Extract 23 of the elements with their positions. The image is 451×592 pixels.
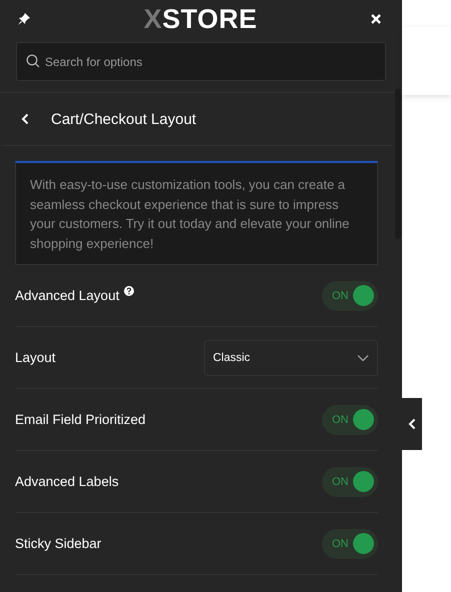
pin-icon[interactable] [17,12,31,26]
info-notice: With easy-to-use customization tools, you can create a seamless checkout experience that is sure to impress your customers. Try it out today and elevate your online shopping experience! [15,161,378,265]
search-icon [26,54,40,68]
back-icon[interactable] [21,113,29,125]
help-icon[interactable] [124,286,134,296]
toggle-switch[interactable]: ON [322,404,378,434]
page-card [402,27,451,95]
section-title: Cart/Checkout Layout [51,110,196,128]
toggle-switch[interactable]: ON [322,528,378,558]
close-icon[interactable] [370,13,382,25]
toggle-switch[interactable]: ON [322,280,378,310]
chevron-left-icon [408,418,416,430]
chevron-down-icon [357,354,369,362]
setting-label: Email Field Prioritized [15,412,146,427]
setting-label: Advanced Labels [15,474,119,489]
search-field[interactable]: Search for options [16,42,386,81]
setting-label: Advanced Layout [15,288,120,303]
collapse-tab[interactable] [402,398,422,450]
setting-label: Sticky Sidebar [15,536,102,551]
logo: XSTORE [144,4,258,34]
layout-dropdown[interactable]: Classic [204,340,378,376]
setting-label: Layout [15,350,56,365]
toggle-switch[interactable]: ON [322,466,378,496]
